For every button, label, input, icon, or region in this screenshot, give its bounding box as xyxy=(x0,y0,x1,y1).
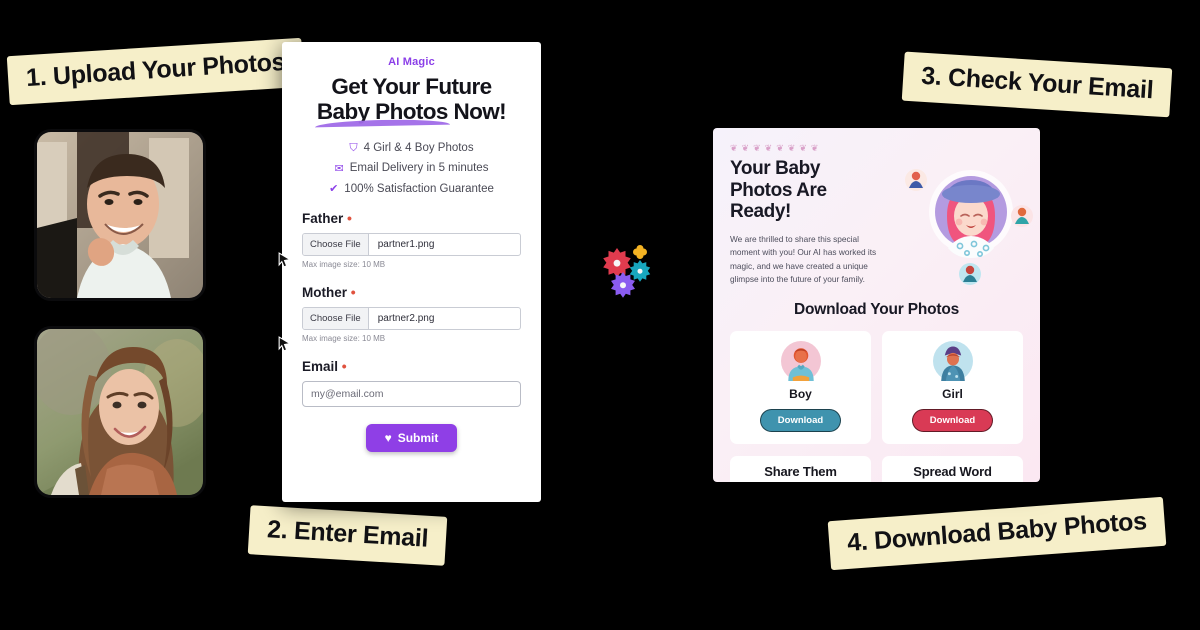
email-body-text: We are thrilled to share this special mo… xyxy=(730,233,877,285)
download-button-girl[interactable]: Download xyxy=(911,408,994,432)
baby-icon: ⛉ xyxy=(349,142,358,155)
step-badge-3: 3. Check Your Email xyxy=(901,51,1173,118)
share-them-title: Share Them xyxy=(764,463,837,479)
submit-button-label: Submit xyxy=(397,431,439,446)
sparkle-glyph-icon: ❦ xyxy=(730,143,738,153)
share-card-share-them[interactable]: Share Them Everywhere! xyxy=(730,455,871,482)
step-badge-1: 1. Upload Your Photos xyxy=(6,37,305,106)
sparkle-glyph-icon: ❦ xyxy=(787,143,796,153)
father-choose-file-button[interactable]: Choose File xyxy=(303,234,369,256)
feature-item-guarantee: ✔ 100% Satisfaction Guarantee xyxy=(302,182,521,196)
check-badge-icon: ✔ xyxy=(329,183,339,196)
download-card-girl-label: Girl xyxy=(942,386,963,401)
spread-word-title: Spread Word xyxy=(913,463,992,479)
sparkle-glyph-icon: ❦ xyxy=(764,143,773,153)
step-badge-2: 2. Enter Email xyxy=(247,505,448,566)
flower-yellow-icon xyxy=(633,245,647,259)
feature-item-delivery: ✉ Email Delivery in 5 minutes xyxy=(302,163,521,175)
boy-avatar-icon xyxy=(780,340,821,381)
submit-button[interactable]: ♥ Submit xyxy=(365,424,458,453)
mother-choose-file-button[interactable]: Choose File xyxy=(303,308,369,330)
headline-line-1: Get Your Future xyxy=(331,74,492,99)
cursor-pointer-icon xyxy=(278,252,291,267)
sparkle-glyph-icon: ❦ xyxy=(753,143,761,153)
mother-size-hint: Max image size: 10 MB xyxy=(302,334,386,344)
email-field-label: Email • xyxy=(302,358,521,374)
step-badge-4-label: 4. Download Baby Photos xyxy=(846,507,1148,557)
download-card-boy: Boy Download xyxy=(730,330,871,444)
girl-avatar-illustration xyxy=(905,169,1033,285)
mother-field-label: Mother • xyxy=(302,284,521,300)
father-photo xyxy=(37,132,203,298)
download-card-girl: Girl Download xyxy=(882,330,1023,444)
sparkle-glyph-icon: ❦ xyxy=(776,143,784,153)
father-field-label: Father • xyxy=(302,210,521,226)
share-cards-row: Share Them Everywhere! Spread Word About… xyxy=(730,455,1023,482)
spread-word-subtitle: About Us! xyxy=(888,481,1017,482)
submit-row: ♥ Submit xyxy=(302,424,521,453)
ai-flower-cluster-logo xyxy=(603,245,651,298)
envelope-icon: ✉ xyxy=(334,162,344,175)
flower-teal-icon xyxy=(629,260,651,282)
flower-red-icon xyxy=(603,248,631,278)
feature-label-guarantee: 100% Satisfaction Guarantee xyxy=(344,182,494,195)
feature-item-photos: ⛉ 4 Girl & 4 Boy Photos xyxy=(302,141,521,155)
sparkle-glyph-icon: ❦ xyxy=(741,143,750,153)
step-badge-2-label: 2. Enter Email xyxy=(266,515,429,553)
signup-form-card: AI Magic Get Your Future Baby Photos Now… xyxy=(278,42,541,502)
required-marker: • xyxy=(341,358,347,375)
mother-file-input[interactable]: Choose File partner2.png xyxy=(302,307,521,331)
headline-highlight: Baby Photos xyxy=(316,99,449,125)
form-headline: Get Your Future Baby Photos Now! xyxy=(302,74,521,125)
download-button-boy[interactable]: Download xyxy=(759,408,842,432)
heart-icon: ♥ xyxy=(384,431,392,446)
mother-photo xyxy=(37,329,203,495)
feature-label-delivery: Email Delivery in 5 minutes xyxy=(349,162,489,175)
share-them-subtitle: Everywhere! xyxy=(736,481,865,482)
father-file-name: partner1.png xyxy=(377,239,435,251)
sparkle-glyph-icon: ❦ xyxy=(810,143,819,153)
download-card-boy-label: Boy xyxy=(789,386,812,401)
father-size-hint: Max image size: 10 MB xyxy=(302,260,386,270)
download-section-title: Download Your Photos xyxy=(793,300,960,318)
headline-line-2: Baby Photos Now! xyxy=(302,99,521,124)
feature-list: ⛉ 4 Girl & 4 Boy Photos ✉ Email Delivery… xyxy=(302,141,521,196)
mother-label-text: Mother xyxy=(302,285,347,301)
required-marker: • xyxy=(350,284,356,301)
email-preview-card: ❦ ❦ ❦ ❦ ❦ ❦ ❦ ❦ Your Baby Photos Are Rea… xyxy=(713,128,1040,482)
download-cards-row: Boy Download Girl Download xyxy=(730,330,1023,444)
step-badge-3-label: 3. Check Your Email xyxy=(920,61,1155,105)
girl-avatar-icon xyxy=(932,340,973,381)
mini-avatar-icon xyxy=(905,169,927,191)
mini-avatar-icon xyxy=(1011,205,1033,227)
sparkle-glyph-icon: ❦ xyxy=(799,143,807,153)
cursor-pointer-icon xyxy=(278,336,291,351)
form-eyebrow: AI Magic xyxy=(388,56,435,68)
required-marker: • xyxy=(347,210,352,227)
step-badge-4: 4. Download Baby Photos xyxy=(827,496,1167,571)
share-card-spread-word[interactable]: Spread Word About Us! xyxy=(882,455,1023,482)
email-input[interactable] xyxy=(302,381,521,408)
decorative-glyph-row: ❦ ❦ ❦ ❦ ❦ ❦ ❦ ❦ xyxy=(730,144,1023,153)
screenshot-canvas: 1. Upload Your Photos 2. Enter Email 3. … xyxy=(0,0,1200,630)
mini-avatar-icon xyxy=(959,263,981,285)
father-label-text: Father xyxy=(302,211,344,227)
email-label-text: Email xyxy=(302,359,339,375)
headline-rest: Now! xyxy=(447,99,507,125)
step-badge-1-label: 1. Upload Your Photos xyxy=(25,47,286,93)
email-heading: Your Baby Photos Are Ready! xyxy=(730,158,827,223)
father-file-input[interactable]: Choose File partner1.png xyxy=(302,233,521,257)
feature-label-photos: 4 Girl & 4 Boy Photos xyxy=(363,141,474,154)
mother-file-name: partner2.png xyxy=(377,313,435,325)
flower-purple-icon xyxy=(611,272,635,298)
